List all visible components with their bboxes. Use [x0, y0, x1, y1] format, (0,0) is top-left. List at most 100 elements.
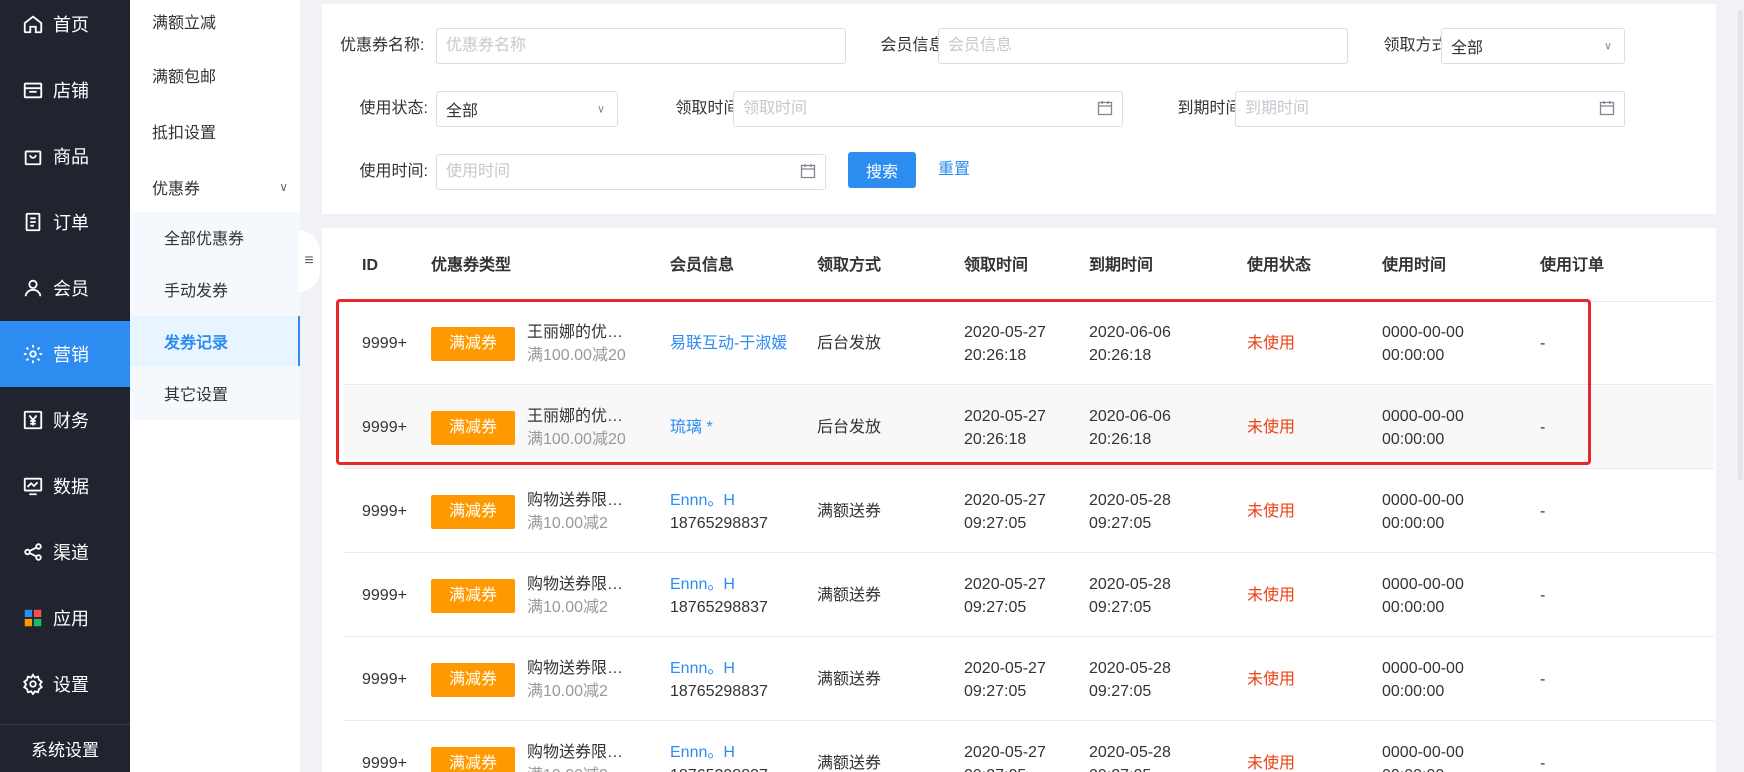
table-row[interactable]: 9999+ 满减券 王丽娜的优… 满100.00减20 琉璃 * 后台发放 20…: [344, 386, 1714, 469]
receive-time-cell: 2020-05-27 09:27:05: [964, 470, 1046, 553]
receive-method-cell: 满额送券: [817, 587, 882, 604]
nav-item-apps[interactable]: 应用: [0, 585, 130, 651]
row-id: 9999+: [362, 587, 407, 604]
use-clock: 00:00:00: [1382, 598, 1445, 616]
receive-time-picker[interactable]: [733, 91, 1123, 127]
coupon-type-tag: 满减券: [431, 662, 519, 697]
receive-clock: 20:26:18: [964, 430, 1027, 448]
use-date: 0000-00-00: [1382, 491, 1464, 509]
coupon-info-cell: 王丽娜的优… 满100.00减20: [527, 302, 626, 385]
member-link[interactable]: Ennn。H: [670, 573, 768, 596]
column-header-use-order: 使用订单: [1540, 257, 1605, 274]
home-icon: [22, 13, 44, 35]
submenu-item-other-settings[interactable]: 其它设置: [130, 368, 300, 418]
nav-item-home[interactable]: 首页: [0, 0, 130, 57]
receive-clock: 09:27:05: [964, 514, 1027, 532]
expire-time-cell: 2020-05-28 09:27:05: [1089, 470, 1171, 553]
use-date: 0000-00-00: [1382, 659, 1464, 677]
submenu-item-deduction[interactable]: 抵扣设置: [130, 103, 300, 159]
submenu-item-all-coupons[interactable]: 全部优惠券: [130, 212, 300, 262]
table-row[interactable]: 9999+ 满减券 购物送券限… 满10.00减2 Ennn。H 1876529…: [344, 722, 1714, 772]
receive-time-cell: 2020-05-27 09:27:05: [964, 554, 1046, 637]
page-scrollbar-thumb[interactable]: [1738, 10, 1743, 480]
table-row[interactable]: 9999+ 满减券 王丽娜的优… 满100.00减20 易联互动-于淑媛 后台发…: [344, 302, 1714, 385]
member-link[interactable]: Ennn。H: [670, 741, 768, 764]
submenu-item-manual-issue[interactable]: 手动发券: [130, 264, 300, 314]
receive-date: 2020-05-27: [964, 491, 1046, 509]
nav-item-channel[interactable]: 渠道: [0, 519, 130, 585]
expire-date: 2020-05-28: [1089, 743, 1171, 761]
receive-time-cell: 2020-05-27 09:27:05: [964, 722, 1046, 772]
channel-share-icon: [22, 541, 44, 563]
nav-item-data[interactable]: 数据: [0, 453, 130, 519]
table-row[interactable]: 9999+ 满减券 购物送券限… 满10.00减2 Ennn。H 1876529…: [344, 470, 1714, 553]
coupon-name-input[interactable]: [436, 28, 846, 64]
chart-monitor-icon: [22, 475, 44, 497]
use-order-cell: -: [1540, 755, 1546, 772]
member-info-input[interactable]: [938, 28, 1348, 64]
reset-button[interactable]: 重置: [938, 152, 970, 188]
use-time-picker[interactable]: [436, 154, 826, 190]
receive-time-label: 领取时间:: [675, 100, 744, 117]
member-info-label: 会员信息:: [880, 37, 949, 54]
member-cell: Ennn。H 18765298837: [670, 722, 768, 772]
use-clock: 00:00:00: [1382, 346, 1445, 364]
system-settings-link[interactable]: 系统设置: [0, 724, 130, 772]
table-row[interactable]: 9999+ 满减券 购物送券限… 满10.00减2 Ennn。H 1876529…: [344, 638, 1714, 721]
coupon-name: 购物送券限…: [527, 743, 624, 761]
use-status-select[interactable]: 全部 ∨: [436, 91, 618, 127]
coupon-records-table: ID 优惠券类型 会员信息 领取方式 领取时间 到期时间 使用状态 使用时间 使…: [322, 228, 1716, 772]
table-row[interactable]: 9999+ 满减券 购物送券限… 满10.00减2 Ennn。H 1876529…: [344, 554, 1714, 637]
submenu-item-coupons[interactable]: 优惠券 ∨: [130, 159, 300, 215]
receive-method-select[interactable]: 全部 ∨: [1441, 28, 1625, 64]
use-order-cell: -: [1540, 419, 1546, 436]
use-order-cell: -: [1540, 503, 1546, 520]
nav-item-marketing[interactable]: 营销: [0, 321, 130, 387]
nav-item-label: 设置: [53, 675, 89, 695]
use-date: 0000-00-00: [1382, 575, 1464, 593]
expire-clock: 09:27:05: [1089, 598, 1152, 616]
receive-date: 2020-05-27: [964, 323, 1046, 341]
row-id: 9999+: [362, 503, 407, 520]
nav-item-label: 商品: [53, 147, 89, 167]
row-id: 9999+: [362, 419, 407, 436]
member-cell: 琉璃 *: [670, 386, 713, 469]
expire-time-cell: 2020-06-06 20:26:18: [1089, 302, 1171, 385]
use-time-cell: 0000-00-00 00:00:00: [1382, 470, 1464, 553]
use-time-input[interactable]: [436, 154, 826, 190]
coupon-name: 购物送券限…: [527, 659, 624, 677]
nav-item-goods[interactable]: 商品: [0, 123, 130, 189]
yuan-icon: [22, 409, 44, 431]
member-link[interactable]: 易联互动-于淑媛: [670, 332, 787, 355]
member-link[interactable]: 琉璃 *: [670, 416, 713, 439]
apps-grid-icon: [22, 607, 44, 629]
nav-item-store[interactable]: 店铺: [0, 57, 130, 123]
coupon-info-cell: 购物送券限… 满10.00减2: [527, 554, 623, 637]
collapse-menu-icon[interactable]: ≡: [298, 230, 320, 292]
member-link[interactable]: Ennn。H: [670, 657, 768, 680]
nav-item-label: 数据: [53, 477, 89, 497]
coupon-rule: 满100.00减20: [527, 430, 626, 448]
expire-time-cell: 2020-06-06 20:26:18: [1089, 386, 1171, 469]
submenu-item-full-reduction[interactable]: 满额立减: [130, 0, 300, 49]
column-header-use-time: 使用时间: [1382, 257, 1447, 274]
coupon-info-cell: 王丽娜的优… 满100.00减20: [527, 386, 626, 469]
expire-time-input[interactable]: [1235, 91, 1625, 127]
member-link[interactable]: Ennn。H: [670, 489, 768, 512]
marketing-gear-icon: [22, 343, 44, 365]
nav-item-finance[interactable]: 财务: [0, 387, 130, 453]
nav-item-settings[interactable]: 设置: [0, 651, 130, 717]
receive-time-cell: 2020-05-27 20:26:18: [964, 302, 1046, 385]
receive-time-input[interactable]: [733, 91, 1123, 127]
coupon-info-cell: 购物送券限… 满10.00减2: [527, 470, 623, 553]
use-clock: 00:00:00: [1382, 682, 1445, 700]
nav-item-members[interactable]: 会员: [0, 255, 130, 321]
expire-date: 2020-06-06: [1089, 323, 1171, 341]
expire-time-picker[interactable]: [1235, 91, 1625, 127]
submenu-item-issue-records[interactable]: 发券记录: [130, 316, 300, 366]
search-button[interactable]: 搜索: [848, 152, 916, 188]
nav-item-orders[interactable]: 订单: [0, 189, 130, 255]
column-header-id: ID: [362, 257, 378, 274]
column-header-use-status: 使用状态: [1247, 257, 1312, 274]
submenu-item-free-shipping[interactable]: 满额包邮: [130, 47, 300, 103]
